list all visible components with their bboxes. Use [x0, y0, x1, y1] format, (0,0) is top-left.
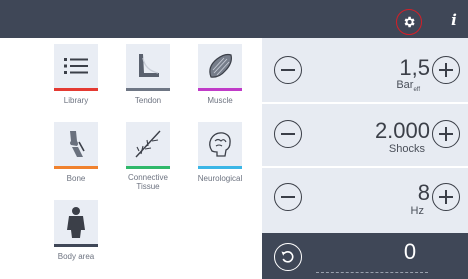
- reset-counter-button[interactable]: [274, 243, 302, 271]
- pressure-increase-button[interactable]: [432, 56, 460, 84]
- tile-library-label: Library: [63, 96, 89, 105]
- pressure-decrease-button[interactable]: [274, 56, 302, 84]
- tile-muscle-label: Muscle: [207, 96, 233, 105]
- body-icon: [54, 200, 98, 244]
- shocks-unit: Shocks: [388, 143, 425, 155]
- row-divider: [262, 166, 468, 168]
- list-icon: [54, 44, 98, 88]
- settings-button[interactable]: [396, 9, 422, 35]
- frequency-unit: Hz: [410, 205, 424, 217]
- reset-icon: [281, 251, 294, 263]
- muscle-icon: [198, 44, 242, 88]
- tile-connective-tissue-label: Connective Tissue: [127, 173, 169, 191]
- tendon-icon: [126, 44, 170, 88]
- info-button[interactable]: i: [446, 11, 462, 29]
- frequency-increase-button[interactable]: [432, 183, 460, 211]
- muscle-color-bar: [198, 88, 242, 91]
- shocks-increase-button[interactable]: [432, 120, 460, 148]
- tile-tendon-label: Tendon: [134, 96, 162, 105]
- gear-icon: [404, 16, 415, 28]
- pressure-unit-subscript: eff: [413, 87, 420, 94]
- tile-body-area[interactable]: Body area: [40, 200, 120, 268]
- knee-bone-icon: [54, 122, 98, 166]
- shocks-decrease-button[interactable]: [274, 120, 302, 148]
- pressure-unit-label: Bar: [396, 79, 414, 91]
- body-area-color-bar: [54, 244, 98, 247]
- library-color-bar: [54, 88, 98, 91]
- connective-tissue-icon: [126, 122, 170, 166]
- frequency-decrease-button[interactable]: [274, 183, 302, 211]
- row-divider: [262, 102, 468, 104]
- pressure-value: 1,5: [399, 55, 430, 80]
- bone-color-bar: [54, 166, 98, 169]
- tendon-color-bar: [126, 88, 170, 91]
- tile-bone-label: Bone: [66, 174, 86, 183]
- pressure-unit: Bareff: [340, 79, 420, 96]
- tile-neurological-label: Neurological: [197, 174, 243, 183]
- shocks-value: 2.000: [374, 118, 430, 143]
- tile-neurological[interactable]: Neurological: [184, 122, 264, 190]
- neurological-color-bar: [198, 166, 242, 169]
- brain-icon: [198, 122, 242, 166]
- connective-tissue-color-bar: [126, 166, 170, 169]
- shock-counter-value: 0: [403, 239, 417, 264]
- frequency-value: 8: [417, 180, 430, 205]
- tile-body-area-label: Body area: [57, 252, 95, 261]
- counter-underline: [316, 272, 428, 273]
- tile-muscle[interactable]: Muscle: [184, 44, 264, 112]
